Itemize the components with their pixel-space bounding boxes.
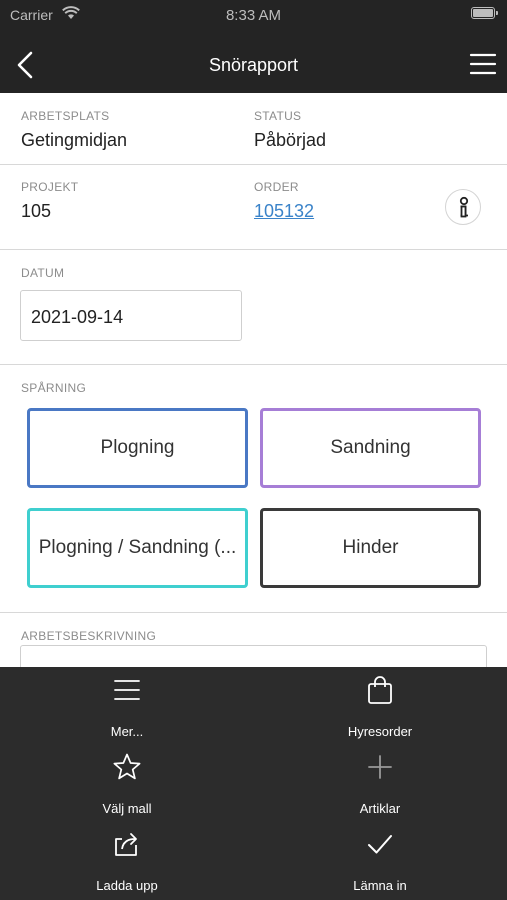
tracking-label: SPÅRNING — [21, 381, 87, 395]
project-value: 105 — [21, 201, 52, 221]
more-button[interactable]: Mer... — [27, 671, 227, 747]
choose-template-button[interactable]: Välj mall — [27, 748, 227, 824]
page-title: Snörapport — [208, 55, 299, 75]
upload-button[interactable]: Ladda upp — [27, 825, 227, 900]
date-label: DATUM — [21, 266, 65, 280]
share-icon — [115, 833, 137, 856]
rental-order-label: Hyresorder — [347, 724, 413, 739]
navigation-bar: Snörapport — [0, 30, 507, 93]
choose-template-label: Välj mall — [102, 801, 152, 816]
articles-button[interactable]: Artiklar — [280, 748, 480, 824]
upload-label: Ladda upp — [96, 878, 158, 893]
clock: 8:33 AM — [225, 7, 282, 24]
hamburger-icon — [469, 53, 497, 75]
star-icon — [113, 753, 141, 780]
status-bar: Carrier 8:33 AM — [0, 0, 507, 30]
tracking-hinder-button[interactable]: Hinder — [260, 508, 481, 588]
workplace-label: ARBETSPLATS — [21, 109, 110, 123]
order-label: ORDER — [254, 180, 299, 194]
articles-label: Artiklar — [359, 801, 401, 816]
bag-icon — [368, 676, 392, 704]
checkmark-icon — [368, 835, 392, 854]
submit-label: Lämna in — [353, 878, 407, 893]
date-field[interactable]: 2021-09-14 — [20, 290, 242, 341]
battery-icon — [471, 7, 498, 19]
menu-icon — [114, 680, 140, 700]
more-label: Mer... — [110, 724, 144, 739]
workplace-status-row: ARBETSPLATS Getingmidjan STATUS Påbörjad — [0, 93, 507, 165]
workplace-value: Getingmidjan — [21, 130, 128, 150]
order-link[interactable]: 105132 — [254, 201, 314, 222]
info-icon — [459, 196, 469, 218]
status-label: STATUS — [254, 109, 302, 123]
plus-icon — [368, 755, 392, 779]
tracking-plogning-button[interactable]: Plogning — [27, 408, 248, 488]
description-label: ARBETSBESKRIVNING — [21, 629, 157, 643]
submit-button[interactable]: Lämna in — [280, 825, 480, 900]
rental-order-button[interactable]: Hyresorder — [280, 671, 480, 747]
menu-button[interactable] — [469, 50, 497, 78]
bottom-action-menu: Mer... Hyresorder Välj mall Artiklar Lad… — [0, 667, 507, 900]
tracking-sandning-button[interactable]: Sandning — [260, 408, 481, 488]
project-order-row: PROJEKT 105 ORDER 105132 — [0, 165, 507, 250]
tracking-plogning-sandning-button[interactable]: Plogning / Sandning (... — [27, 508, 248, 588]
project-label: PROJEKT — [21, 180, 79, 194]
status-value: Påbörjad — [254, 130, 327, 150]
info-button[interactable] — [445, 189, 481, 225]
